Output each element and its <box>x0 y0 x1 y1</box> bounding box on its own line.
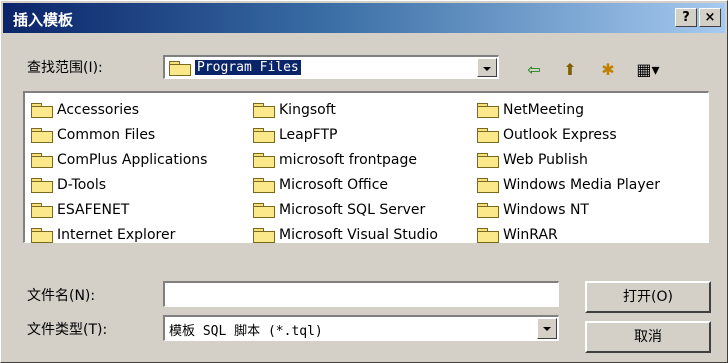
up-folder-icon[interactable]: ⬆ <box>557 59 583 81</box>
folder-icon <box>477 153 499 168</box>
folder-icon <box>253 103 275 118</box>
file-type-dropdown-arrow[interactable] <box>537 318 557 339</box>
folder-icon <box>253 128 275 143</box>
folder-icon <box>253 178 275 193</box>
folder-column-1: Accessories Common Files ComPlus Applicati… <box>31 101 207 251</box>
open-button[interactable]: 打开(O) <box>585 281 711 313</box>
folder-item[interactable]: Windows Media Player <box>477 176 660 201</box>
folder-column-3: NetMeeting Outlook Express Web Publish Wind… <box>477 101 660 251</box>
dialog-title: 插入模板 <box>13 11 74 29</box>
close-button[interactable]: × <box>699 8 721 27</box>
folder-icon <box>169 60 191 76</box>
folder-item[interactable]: Windows NT <box>477 201 660 226</box>
folder-icon <box>477 203 499 218</box>
new-folder-icon[interactable]: ✱ <box>595 59 621 81</box>
folder-icon <box>31 103 53 118</box>
folder-item[interactable]: Outlook Express <box>477 126 660 151</box>
folder-icon <box>31 178 53 193</box>
file-type-value: 模板 SQL 脚本 (*.tql) <box>169 324 323 339</box>
cancel-button[interactable]: 取消 <box>585 321 711 353</box>
folder-item-label: ESAFENET <box>57 202 130 218</box>
file-name-input[interactable] <box>163 281 559 307</box>
folder-column-2: Kingsoft LeapFTP microsoft frontpage Micros… <box>253 101 438 251</box>
insert-template-dialog: 插入模板 ? × 查找范围(I): Program Files ⇦ ⬆ ✱ ▦▾… <box>0 0 728 363</box>
folder-item-label: Windows NT <box>503 202 589 218</box>
file-name-label: 文件名(N): <box>27 288 96 304</box>
folder-item-label: ComPlus Applications <box>57 152 208 168</box>
folder-item[interactable]: Internet Explorer <box>31 226 207 251</box>
folder-item-label: Microsoft SQL Server <box>279 202 426 218</box>
folder-item[interactable]: Microsoft SQL Server <box>253 201 438 226</box>
folder-item-label: Windows Media Player <box>503 177 661 193</box>
folder-icon <box>31 128 53 143</box>
folder-item-label: WinRAR <box>503 227 558 243</box>
folder-item[interactable]: ESAFENET <box>31 201 207 226</box>
look-in-label: 查找范围(I): <box>27 60 103 76</box>
file-type-label: 文件类型(T): <box>27 322 108 338</box>
folder-item[interactable]: microsoft frontpage <box>253 151 438 176</box>
folder-icon <box>31 153 53 168</box>
folder-item-label: LeapFTP <box>279 127 338 143</box>
folder-item-label: Common Files <box>57 127 156 143</box>
folder-icon <box>31 203 53 218</box>
folder-item[interactable]: LeapFTP <box>253 126 438 151</box>
folder-item-label: Internet Explorer <box>57 227 176 243</box>
folder-icon <box>253 153 275 168</box>
help-button[interactable]: ? <box>675 8 697 27</box>
file-type-combo[interactable]: 模板 SQL 脚本 (*.tql) <box>163 315 559 341</box>
folder-icon <box>477 103 499 118</box>
folder-icon <box>253 203 275 218</box>
folder-icon <box>253 228 275 243</box>
folder-icon <box>477 228 499 243</box>
views-menu-icon[interactable]: ▦▾ <box>631 59 665 81</box>
folder-item[interactable]: NetMeeting <box>477 101 660 126</box>
folder-item[interactable]: Microsoft Visual Studio <box>253 226 438 251</box>
folder-item-label: Kingsoft <box>279 102 336 118</box>
folder-item-label: NetMeeting <box>503 102 585 118</box>
look-in-value: Program Files <box>169 60 301 76</box>
folder-icon <box>477 178 499 193</box>
folder-item-label: Accessories <box>57 102 140 118</box>
folder-icon <box>477 128 499 143</box>
title-bar: 插入模板 ? × <box>3 3 725 33</box>
folder-item[interactable]: Accessories <box>31 101 207 126</box>
look-in-dropdown-arrow[interactable] <box>477 58 497 77</box>
folder-item[interactable]: ComPlus Applications <box>31 151 207 176</box>
back-icon[interactable]: ⇦ <box>521 59 547 81</box>
folder-item[interactable]: Web Publish <box>477 151 660 176</box>
folder-item[interactable]: D-Tools <box>31 176 207 201</box>
folder-item-label: D-Tools <box>57 177 107 193</box>
folder-icon <box>31 228 53 243</box>
folder-item-label: microsoft frontpage <box>279 152 417 168</box>
folder-item-label: Microsoft Office <box>279 177 389 193</box>
folder-list[interactable]: Accessories Common Files ComPlus Applicati… <box>23 91 709 243</box>
folder-item[interactable]: Kingsoft <box>253 101 438 126</box>
look-in-combo[interactable]: Program Files <box>163 55 499 79</box>
folder-item-label: Outlook Express <box>503 127 617 143</box>
folder-item-label: Microsoft Visual Studio <box>279 227 438 243</box>
folder-item[interactable]: Common Files <box>31 126 207 151</box>
folder-item[interactable]: WinRAR <box>477 226 660 251</box>
folder-item[interactable]: Microsoft Office <box>253 176 438 201</box>
folder-item-label: Web Publish <box>503 152 588 168</box>
